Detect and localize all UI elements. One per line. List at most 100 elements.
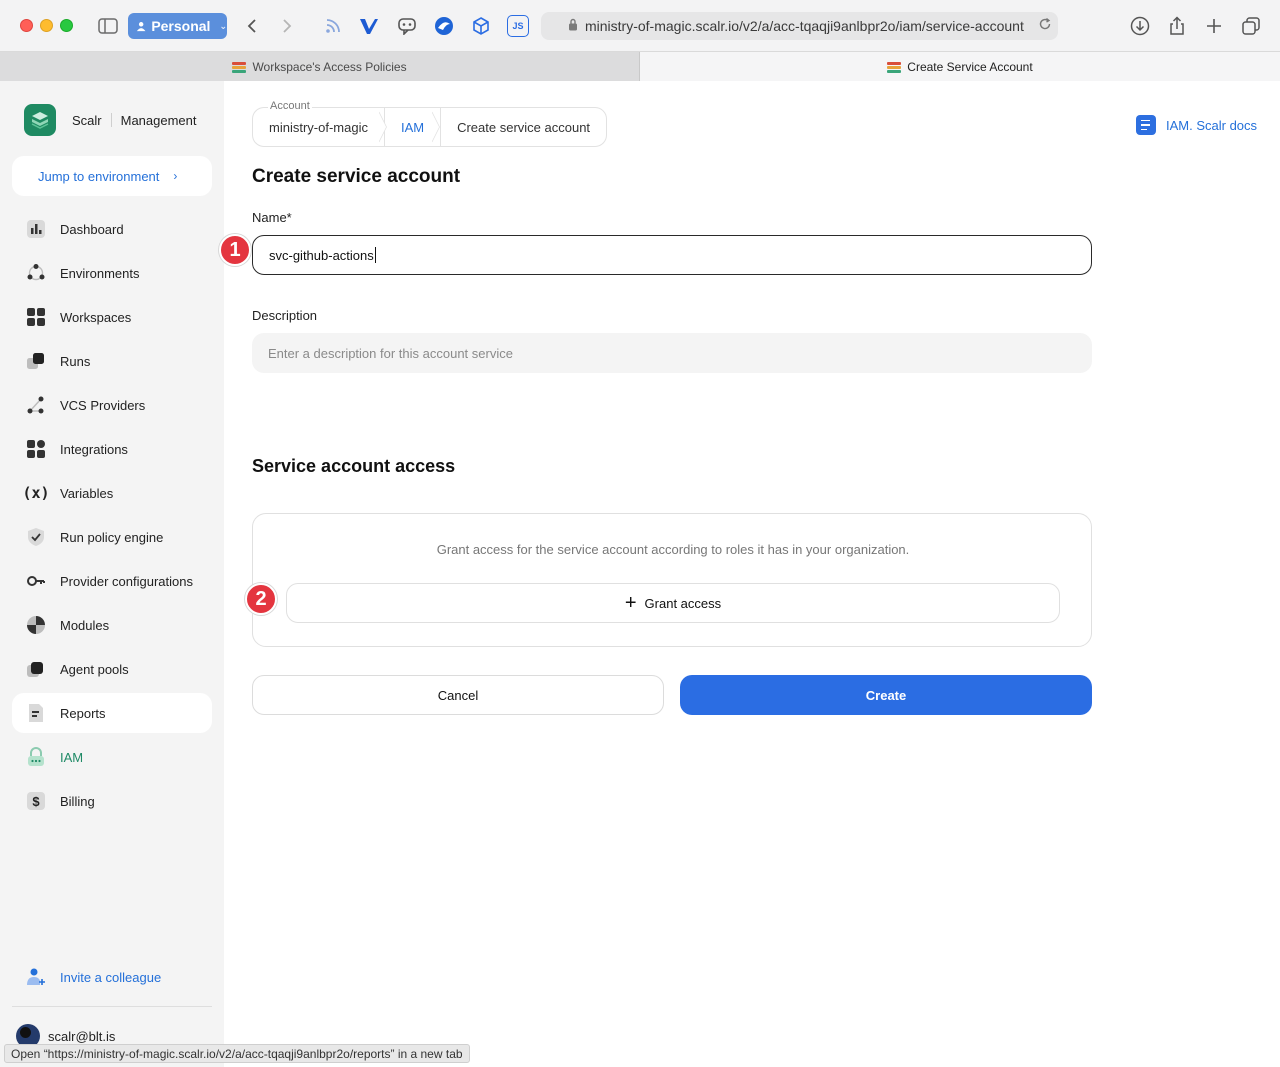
sidebar-divider	[12, 1006, 212, 1007]
breadcrumb-current: Create service account	[440, 107, 608, 147]
chat-extension-icon[interactable]	[396, 15, 418, 37]
svg-text:$: $	[32, 794, 40, 809]
docs-link[interactable]: IAM. Scalr docs	[1136, 115, 1257, 135]
breadcrumb: ministry-of-magic IAM Create service acc…	[252, 107, 608, 147]
cancel-button[interactable]: Cancel	[252, 675, 664, 715]
browser-toolbar: Personal ⌄ JS ministry-of-magic.scalr.io…	[0, 0, 1280, 52]
runs-icon	[26, 351, 46, 371]
description-label: Description	[252, 308, 318, 323]
sidebar-item-dashboard[interactable]: Dashboard	[12, 209, 212, 249]
sidebar-item-label: Dashboard	[60, 221, 124, 237]
url-text: ministry-of-magic.scalr.io/v2/a/acc-tqaq…	[585, 18, 1024, 34]
sidebar-item-environments[interactable]: Environments	[12, 253, 212, 293]
sidebar-item-run-policy-engine[interactable]: Run policy engine	[12, 517, 212, 557]
tab-access-policies[interactable]: Workspace's Access Policies	[0, 52, 640, 81]
browser-extension-icon[interactable]	[433, 15, 455, 37]
document-icon	[1136, 115, 1156, 135]
step-marker-2: 2	[245, 583, 277, 615]
docs-label: IAM. Scalr docs	[1166, 117, 1258, 133]
description-placeholder: Enter a description for this account ser…	[268, 345, 513, 361]
grant-access-button[interactable]: + Grant access	[286, 583, 1060, 623]
agent-pools-icon	[26, 659, 46, 679]
rss-icon[interactable]	[322, 15, 344, 37]
sidebar: Scalr Management Jump to environment › D…	[0, 81, 224, 1067]
breadcrumb-iam-label: IAM	[400, 119, 425, 135]
sidebar-item-label: Modules	[60, 617, 110, 633]
breadcrumb-account[interactable]: ministry-of-magic	[252, 107, 384, 147]
sidebar-item-modules[interactable]: Modules	[12, 605, 212, 645]
sidebar-item-vcs-providers[interactable]: VCS Providers	[12, 385, 212, 425]
profile-button[interactable]: Personal ⌄	[128, 13, 227, 39]
sidebar-item-label: VCS Providers	[60, 397, 146, 413]
back-icon[interactable]	[240, 14, 264, 38]
tab-overview-icon[interactable]	[1239, 14, 1263, 38]
tab-create-service-account[interactable]: Create Service Account	[640, 52, 1280, 81]
name-input-value: svc-github-actions	[269, 247, 374, 263]
zoom-window-button[interactable]	[60, 19, 73, 32]
breadcrumb-separator	[432, 111, 440, 143]
access-section-title: Service account access	[252, 456, 456, 476]
environments-icon	[26, 263, 46, 283]
sidebar-item-label: Provider configurations	[60, 573, 193, 589]
page-title: Create service account	[252, 166, 461, 187]
minimize-window-button[interactable]	[40, 19, 53, 32]
js-extension-icon[interactable]: JS	[507, 15, 529, 37]
breadcrumb-current-label: Create service account	[457, 119, 591, 135]
description-input[interactable]: Enter a description for this account ser…	[252, 333, 1092, 373]
variables-icon: (x)	[22, 484, 50, 502]
invite-label: Invite a colleague	[60, 969, 162, 985]
create-button[interactable]: Create	[680, 675, 1092, 715]
breadcrumb-account-caption: Account	[268, 100, 312, 112]
brand-name: Scalr	[72, 112, 102, 128]
sidebar-item-label: Workspaces	[60, 309, 132, 325]
sidebar-item-variables[interactable]: (x) Variables	[12, 473, 212, 513]
lock-icon	[26, 747, 46, 767]
sidebar-item-agent-pools[interactable]: Agent pools	[12, 649, 212, 689]
reload-icon[interactable]	[1034, 17, 1052, 34]
sidebar-item-label: Variables	[60, 485, 114, 501]
sidebar-item-billing[interactable]: $ Billing	[12, 781, 212, 821]
plus-icon: +	[624, 592, 637, 614]
workspaces-icon	[26, 307, 46, 327]
text-caret	[374, 247, 376, 263]
address-bar[interactable]: ministry-of-magic.scalr.io/v2/a/acc-tqaq…	[541, 12, 1058, 40]
jump-to-environment-button[interactable]: Jump to environment ›	[12, 156, 212, 196]
tab-title: Workspace's Access Policies	[252, 59, 407, 74]
scalr-favicon-icon	[232, 61, 247, 73]
sidebar-item-label: Environments	[60, 265, 140, 281]
key-icon	[26, 571, 46, 591]
new-tab-icon[interactable]	[1202, 14, 1226, 38]
v-extension-icon[interactable]	[358, 15, 380, 37]
close-window-button[interactable]	[20, 19, 33, 32]
sidebar-item-iam[interactable]: IAM	[12, 737, 212, 777]
invite-colleague-link[interactable]: Invite a colleague	[26, 967, 161, 987]
tab-title: Create Service Account	[907, 59, 1033, 74]
integrations-icon	[26, 439, 46, 459]
sidebar-toggle-icon[interactable]	[96, 14, 120, 38]
sidebar-item-runs[interactable]: Runs	[12, 341, 212, 381]
access-panel: Grant access for the service account acc…	[252, 513, 1092, 647]
sidebar-item-label: Run policy engine	[60, 529, 164, 545]
create-label: Create	[865, 687, 907, 703]
downloads-icon[interactable]	[1128, 14, 1152, 38]
name-input[interactable]: svc-github-actions	[252, 235, 1092, 275]
forward-icon[interactable]	[275, 14, 299, 38]
lock-icon	[568, 18, 578, 34]
share-icon[interactable]	[1165, 14, 1189, 38]
access-hint: Grant access for the service account acc…	[436, 542, 910, 557]
add-user-icon	[26, 967, 46, 987]
sidebar-item-label: Runs	[60, 353, 91, 369]
sidebar-item-provider-configurations[interactable]: Provider configurations	[12, 561, 212, 601]
scalr-logo-icon	[24, 104, 56, 136]
brand[interactable]: Scalr Management	[24, 104, 197, 136]
breadcrumb-separator	[379, 111, 387, 143]
cube-extension-icon[interactable]	[470, 15, 492, 37]
breadcrumb-account-label: ministry-of-magic	[269, 119, 368, 135]
sidebar-item-label: Reports	[60, 705, 106, 721]
brand-section: Management	[120, 112, 197, 128]
sidebar-item-workspaces[interactable]: Workspaces	[12, 297, 212, 337]
sidebar-item-label: IAM	[60, 749, 84, 765]
grant-access-label: Grant access	[644, 595, 722, 611]
sidebar-item-reports[interactable]: Reports	[12, 693, 212, 733]
sidebar-item-integrations[interactable]: Integrations	[12, 429, 212, 469]
